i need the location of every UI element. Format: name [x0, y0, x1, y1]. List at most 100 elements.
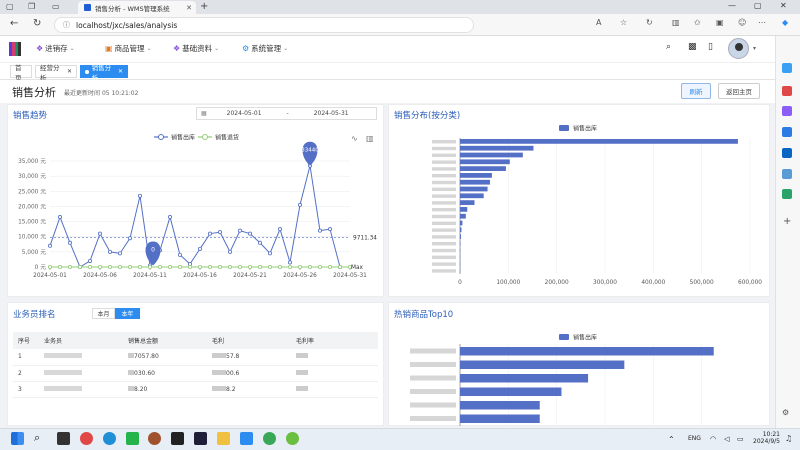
maximize-icon[interactable]: ▢ — [754, 1, 762, 10]
legend-marker — [202, 134, 208, 140]
app2-icon[interactable] — [240, 432, 253, 445]
data-point — [217, 264, 222, 269]
close-tag-icon[interactable]: ✕ — [67, 68, 72, 75]
collections-icon[interactable]: ❐ — [28, 2, 35, 11]
wifi-icon[interactable]: ◠ — [710, 435, 716, 443]
volume-icon[interactable]: ◁ — [724, 435, 729, 443]
console-icon[interactable] — [194, 432, 207, 445]
category-label-placeholder — [432, 248, 456, 253]
notification-icon[interactable]: ♫ — [785, 434, 792, 443]
table-row[interactable]: 2 030.60 00.6 — [13, 365, 378, 382]
menu-item-1[interactable]: ▣ 商品管理 ⌄ — [105, 43, 152, 54]
cell-total: 7057.80 — [123, 349, 207, 366]
terminal-icon[interactable] — [171, 432, 184, 445]
split-screen-icon[interactable]: ▥ — [672, 18, 680, 27]
screen-icon[interactable]: ▯ — [708, 42, 713, 52]
refresh-page-icon[interactable]: ↻ — [646, 18, 653, 27]
add-sidebar-icon[interactable]: + — [783, 216, 791, 227]
more-icon[interactable]: ⋯ — [758, 18, 766, 27]
battery-icon[interactable]: ▭ — [737, 435, 744, 443]
avatar[interactable] — [728, 38, 749, 59]
average-label: 9711.34 — [353, 236, 377, 242]
search-sidebar-icon[interactable] — [782, 63, 792, 73]
menu-item-0[interactable]: ❖ 进销存 ⌄ — [36, 43, 75, 54]
app3-icon[interactable] — [286, 432, 299, 445]
edge-icon[interactable] — [103, 432, 116, 445]
category-label-placeholder — [432, 235, 456, 239]
seg-year[interactable]: 本年 — [115, 308, 140, 319]
profile-toolbar-icon[interactable]: ☺ — [738, 18, 746, 27]
taskbar-search-icon[interactable]: ⌕ — [34, 431, 40, 445]
image-icon[interactable]: ▩ — [688, 42, 697, 52]
lang-indicator[interactable]: ENG — [688, 435, 701, 442]
back-icon[interactable]: ← — [10, 18, 18, 29]
menu-item-3[interactable]: ⚙ 系统管理 ⌄ — [242, 43, 288, 54]
table-row[interactable]: 1 7057.80 57.8 — [13, 349, 378, 366]
search-icon[interactable]: ⌕ — [666, 42, 671, 52]
reload-icon[interactable]: ↻ — [33, 18, 41, 29]
bar — [460, 179, 490, 185]
new-tab-icon[interactable]: + — [200, 1, 208, 12]
shopping-icon[interactable] — [782, 86, 792, 96]
green-app-icon[interactable] — [782, 189, 792, 199]
sidebar-settings-icon[interactable]: ⚙ — [782, 408, 789, 417]
calendar-icon: ▦ — [201, 110, 207, 117]
browser-tab[interactable]: 销售分析 - WMS管理系统 ✕ — [78, 1, 196, 14]
back-home-button[interactable]: 返回主页 — [718, 83, 760, 99]
info-icon[interactable]: ⓘ — [63, 20, 70, 30]
hbuilder-icon[interactable] — [126, 432, 139, 445]
cell-profit-value: 8.2 — [226, 385, 236, 393]
url-bar[interactable]: ⓘ localhost/jxc/sales/analysis — [54, 17, 474, 33]
window-close-icon[interactable]: ✕ — [780, 1, 787, 10]
app-icon[interactable] — [148, 432, 161, 445]
wechat-icon[interactable] — [263, 432, 276, 445]
collections-toolbar-icon[interactable]: ▣ — [716, 18, 724, 27]
page-title: 销售分析 — [12, 86, 56, 99]
table-row[interactable]: 3 8.20 8.2 — [13, 381, 378, 398]
close-tab-icon[interactable]: ✕ — [186, 4, 192, 12]
send-icon[interactable] — [782, 169, 792, 179]
legend-label: 销售出库 — [573, 334, 597, 342]
profile-icon[interactable]: ▢ — [6, 2, 14, 11]
cell-profit: 8.2 — [207, 381, 291, 398]
tag-business-analysis[interactable]: 经营分析 ✕ — [35, 64, 77, 82]
favorites-icon[interactable]: ✩ — [694, 18, 701, 27]
data-point — [137, 193, 142, 198]
category-label-placeholder — [432, 269, 456, 273]
refresh-button[interactable]: 刷新 — [681, 83, 711, 99]
tray-chevron-icon[interactable]: ⌃ — [668, 435, 675, 444]
url-text: localhost/jxc/sales/analysis — [76, 20, 178, 30]
tools-icon[interactable] — [782, 106, 792, 116]
avatar-caret-icon[interactable]: ▾ — [753, 45, 756, 52]
start-icon[interactable] — [11, 432, 24, 445]
folder-icon[interactable] — [217, 432, 230, 445]
data-point — [187, 264, 192, 269]
date-range-picker[interactable]: ▦ 2024-05-01 - 2024-05-31 — [196, 107, 377, 120]
menu-item-2[interactable]: ❖ 基础资料 ⌄ — [173, 43, 219, 54]
tag-home[interactable]: 首页 — [10, 64, 32, 82]
favorite-icon[interactable]: ☆ — [620, 18, 627, 27]
bar — [460, 200, 475, 205]
task-view-icon[interactable] — [57, 432, 70, 445]
minimize-icon[interactable]: — — [728, 1, 736, 10]
category-label-placeholder — [432, 262, 456, 266]
bar — [460, 159, 510, 165]
menu-label: 基础资料 — [182, 44, 213, 53]
copilot-icon[interactable]: ◆ — [782, 18, 788, 27]
max-text: Max — [351, 265, 364, 271]
last-update-value: 05 10:21:02 — [101, 90, 139, 97]
clock[interactable]: 10:21 2024/9/5 — [752, 431, 780, 445]
seg-month[interactable]: 本月 — [92, 308, 115, 319]
x-tick-label: 0 — [458, 280, 462, 286]
data-point — [317, 228, 322, 233]
tab-actions-icon[interactable]: ▭ — [52, 2, 60, 11]
close-tag-icon[interactable]: ✕ — [118, 68, 123, 75]
data-point — [237, 264, 242, 269]
tag-sales-analysis[interactable]: 销售分析 ✕ — [80, 64, 128, 82]
clock-time: 10:21 — [762, 431, 780, 438]
outlook-icon[interactable] — [782, 148, 792, 158]
read-aloud-icon[interactable]: A — [596, 18, 601, 27]
chrome-icon[interactable] — [80, 432, 93, 445]
x-tick-label: 200,000 — [545, 280, 569, 286]
office-icon[interactable] — [782, 127, 792, 137]
